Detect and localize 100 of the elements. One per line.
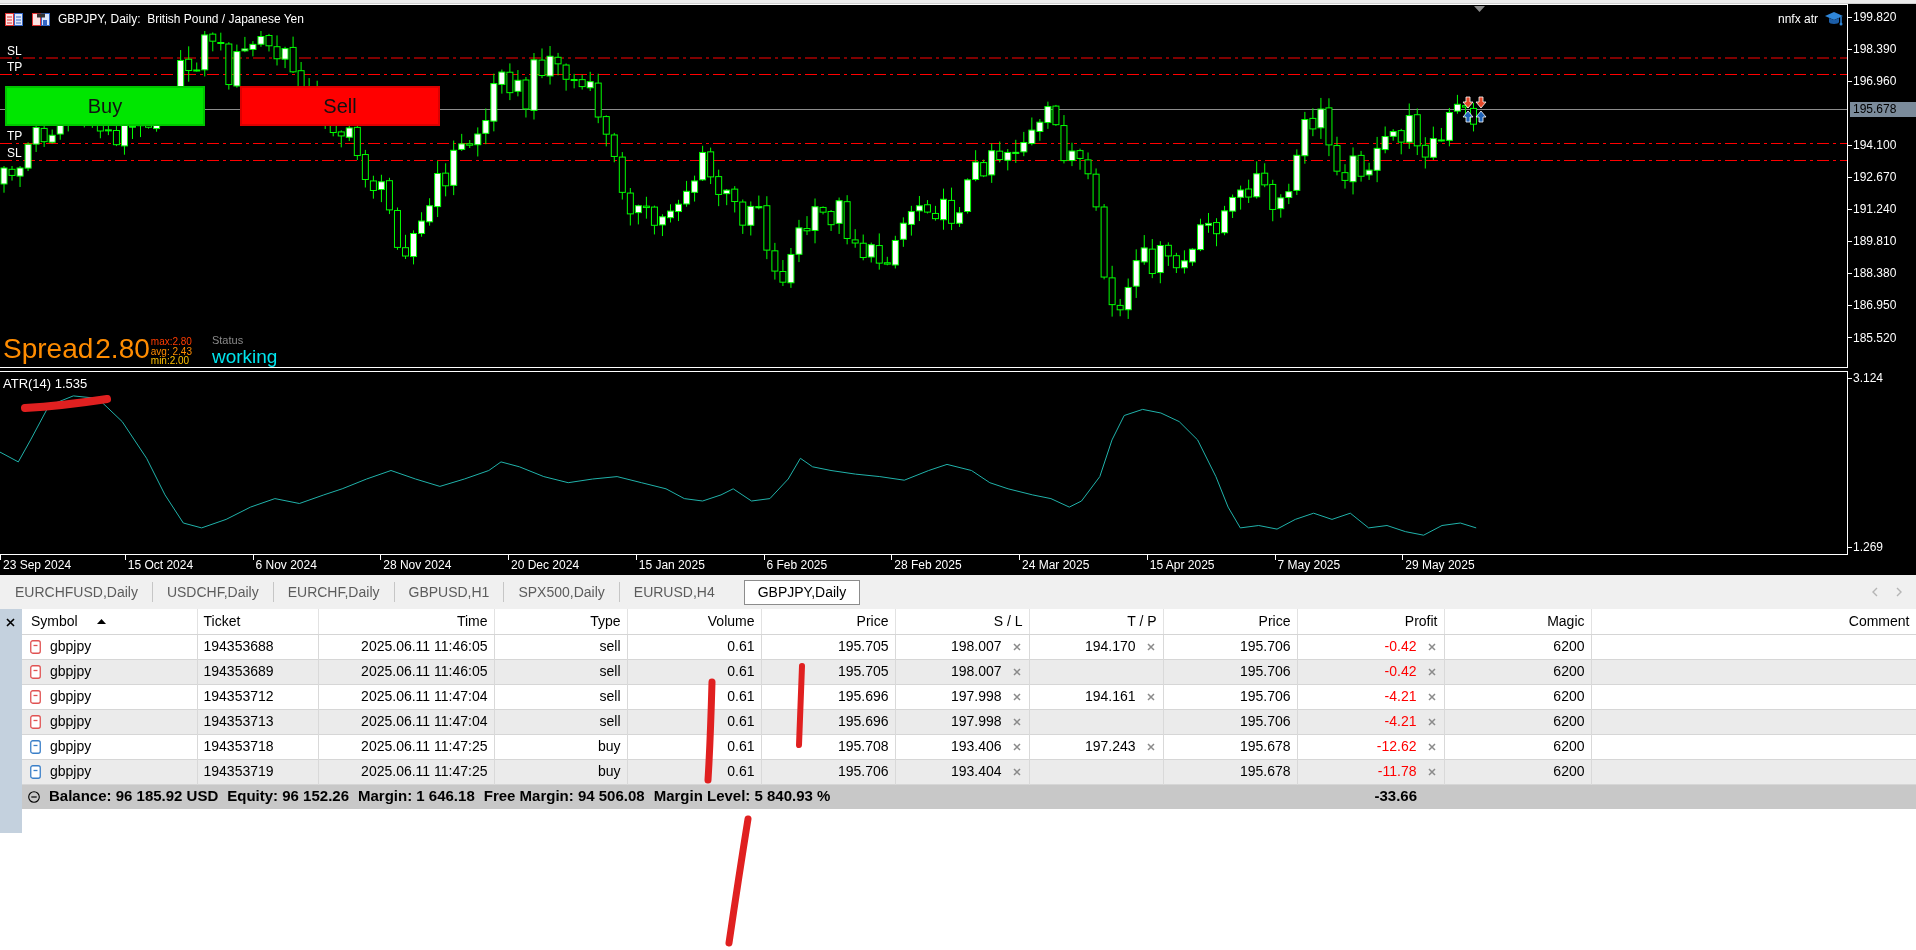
level-label: TP — [7, 130, 23, 142]
symbol-text: gbpjpy — [50, 737, 92, 756]
down-arrow-icon — [1475, 96, 1487, 109]
take-profit-value: 197.243 — [1084, 737, 1136, 756]
column-header[interactable]: Ticket — [197, 609, 318, 634]
spread-stat: avg: 2.43 — [150, 346, 192, 356]
take-profit-value: 194.161 — [1084, 687, 1136, 706]
current-price-value: 195.678 — [1163, 734, 1297, 759]
account-figure: Free Margin: 94 506.08 — [483, 786, 645, 807]
account-figure: Balance: 96 185.92 USD — [49, 786, 219, 807]
magic-number: 6200 — [1444, 709, 1591, 734]
ticket-number: 194353689 — [197, 659, 318, 684]
magic-number: 6200 — [1444, 659, 1591, 684]
open-time: 2025.06.11 11:46:05 — [318, 659, 494, 684]
volume-value: 0.61 — [627, 659, 761, 684]
triangle-marker-icon — [1474, 6, 1485, 12]
table-icon[interactable] — [5, 12, 23, 26]
spread-label: Spread — [3, 333, 94, 365]
open-price: 195.705 — [761, 659, 895, 684]
profit-value: -11.78 — [1377, 762, 1417, 781]
column-header[interactable]: S / L — [895, 609, 1029, 634]
chart-tab[interactable]: USDCHF,Daily — [152, 579, 273, 605]
column-header[interactable]: Magic — [1444, 609, 1591, 634]
level-label: TP — [7, 61, 23, 73]
stop-loss-value: 193.404 — [950, 762, 1002, 781]
column-header[interactable]: Type — [494, 609, 627, 634]
volume-value: 0.61 — [627, 634, 761, 659]
spread-stat: min:2.00 — [150, 356, 191, 366]
column-header[interactable]: Profit — [1297, 609, 1444, 634]
indicator-axis-label: 3.124 — [1848, 371, 1884, 385]
trade-type: buy — [494, 759, 627, 784]
date-label: 15 Apr 2025 — [1146, 555, 1215, 575]
status-label: Status — [211, 334, 245, 346]
stop-loss-value: 193.406 — [950, 737, 1002, 756]
sort-arrow-icon[interactable] — [96, 618, 106, 624]
document-icon — [30, 689, 41, 704]
open-time: 2025.06.11 11:46:05 — [318, 634, 494, 659]
symbol-text: gbpjpy — [50, 687, 92, 706]
open-time: 2025.06.11 11:47:04 — [318, 709, 494, 734]
open-time: 2025.06.11 11:47:25 — [318, 734, 494, 759]
down-arrow-icon — [1462, 96, 1474, 109]
ticket-number: 194353719 — [197, 759, 318, 784]
chevron-left-icon[interactable] — [1872, 587, 1878, 597]
current-price-label: 195.678 — [1850, 102, 1916, 117]
buy-button[interactable]: Buy — [5, 86, 205, 126]
stop-loss-value: 198.007 — [950, 662, 1002, 681]
graduation-cap-icon — [1824, 11, 1844, 27]
chart-tab[interactable]: EURCHFUSD,Daily — [1, 579, 152, 605]
column-header[interactable]: Volume — [627, 609, 761, 634]
column-header[interactable]: Time — [318, 609, 494, 634]
chevron-right-icon[interactable] — [1896, 587, 1902, 597]
current-price-value: 195.706 — [1163, 659, 1297, 684]
column-header[interactable]: T / P — [1029, 609, 1163, 634]
profit-value: -4.21 — [1384, 687, 1417, 706]
spread-value: 2.80 — [95, 333, 150, 365]
column-header[interactable]: Symbol — [22, 609, 197, 634]
current-price-value: 195.706 — [1163, 684, 1297, 709]
symbol-text: gbpjpy — [50, 762, 92, 781]
floppy-disk-icon[interactable] — [32, 12, 50, 26]
column-header[interactable]: Comment — [1591, 609, 1916, 634]
current-price-value: 195.678 — [1163, 759, 1297, 784]
stop-loss-value: 197.998 — [950, 687, 1002, 706]
open-time: 2025.06.11 11:47:25 — [318, 759, 494, 784]
chart-tab[interactable]: GBPUSD,H1 — [394, 579, 504, 605]
price-label: 185.520 — [1848, 330, 1897, 345]
document-icon — [30, 739, 41, 754]
current-price-value: 195.706 — [1163, 634, 1297, 659]
column-header[interactable]: Price — [761, 609, 895, 634]
chart-tab[interactable]: EURUSD,H4 — [619, 579, 729, 605]
chart-tab[interactable]: GBPJPY,Daily — [743, 579, 861, 605]
chart-title: GBPJPY, Daily: British Pound / Japanese Yen — [58, 12, 304, 26]
trade-type: sell — [494, 634, 627, 659]
open-price: 195.706 — [761, 759, 895, 784]
document-icon — [30, 714, 41, 729]
up-arrow-icon — [1462, 110, 1474, 123]
current-price-value: 195.706 — [1163, 709, 1297, 734]
open-time: 2025.06.11 11:47:04 — [318, 684, 494, 709]
minus-circle-icon[interactable] — [28, 790, 40, 803]
spread-stat: max:2.80 — [150, 337, 192, 347]
document-icon — [30, 764, 41, 779]
document-icon — [30, 639, 41, 654]
trade-type: sell — [494, 659, 627, 684]
account-figure: Margin Level: 5 840.93 % — [653, 786, 831, 807]
sell-button[interactable]: Sell — [240, 86, 440, 126]
profit-value: -12.62 — [1376, 737, 1417, 756]
total-profit: -33.66 — [1373, 786, 1418, 807]
profit-value: -0.42 — [1384, 662, 1417, 681]
indicator-axis-label: 1.269 — [1848, 540, 1884, 554]
stop-loss-value: 198.007 — [950, 637, 1002, 656]
close-icon[interactable] — [6, 618, 15, 627]
column-header[interactable]: Price — [1163, 609, 1297, 634]
magic-number: 6200 — [1444, 634, 1591, 659]
account-figure: Equity: 96 152.26 — [227, 786, 349, 807]
level-label: SL — [7, 45, 22, 57]
level-label: SL — [7, 147, 22, 159]
chart-tab[interactable]: EURCHF,Daily — [273, 579, 394, 605]
document-icon — [30, 664, 41, 679]
volume-value: 0.61 — [627, 684, 761, 709]
chart-tab[interactable]: SPX500,Daily — [504, 579, 619, 605]
volume-value: 0.61 — [627, 709, 761, 734]
